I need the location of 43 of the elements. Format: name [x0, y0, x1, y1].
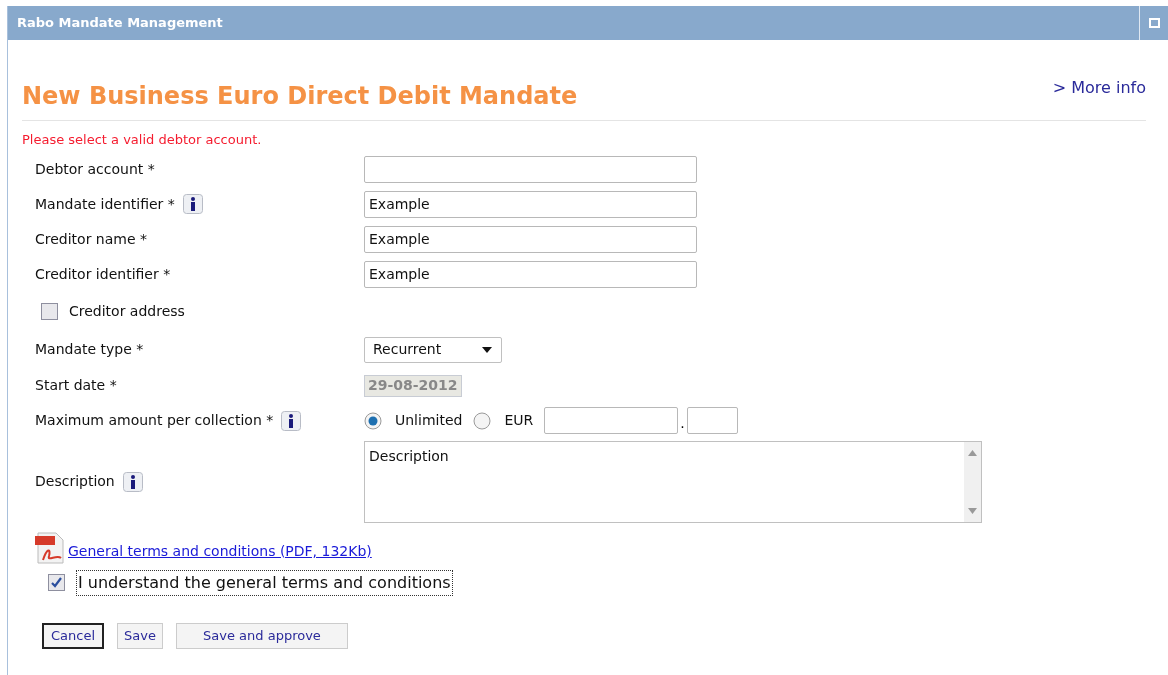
radio-label: Unlimited [395, 411, 463, 430]
field-label: Start date * [35, 376, 117, 395]
field-label: Mandate identifier * [35, 194, 175, 214]
radio-label: EUR [504, 411, 534, 430]
form-button[interactable]: Cancel [42, 622, 105, 649]
terms-confirm-label: I understand the general terms and conditions [76, 569, 453, 596]
field-label: Description [35, 472, 115, 491]
page-title: New Business Euro Direct Debit Mandate [22, 81, 578, 112]
scroll-up-icon[interactable] [968, 449, 977, 456]
field-label: Maximum amount per collection * [35, 411, 274, 430]
more-info-link[interactable]: > More info [1052, 76, 1146, 100]
amount-field[interactable] [544, 407, 679, 434]
window-title: Rabo Mandate Management [17, 14, 223, 33]
terms-link[interactable]: General terms and conditions (PDF, 132Kb) [68, 540, 372, 562]
input-field[interactable]: Example [364, 225, 697, 253]
input-field[interactable] [364, 155, 697, 183]
decimal-separator: . [679, 414, 686, 433]
field-label: Debtor account * [35, 159, 155, 179]
error-message: Please select a valid debtor account. [22, 131, 263, 149]
radio-button[interactable] [364, 411, 382, 430]
scrollbar[interactable] [964, 441, 981, 522]
checkbox[interactable] [48, 574, 65, 591]
input-field[interactable]: Example [364, 190, 697, 218]
field-label: Creditor identifier * [35, 264, 171, 284]
date-field: 29-08-2012 [364, 374, 462, 397]
radio-button[interactable] [473, 411, 492, 430]
info-icon[interactable] [182, 194, 203, 214]
scroll-down-icon[interactable] [968, 507, 977, 514]
maximize-icon[interactable] [1148, 18, 1160, 28]
caret-icon [481, 345, 493, 354]
description-field[interactable]: Description [364, 440, 982, 523]
input-field[interactable]: Example [364, 260, 697, 288]
field-label: Mandate type * [35, 340, 144, 359]
field-label: Creditor name * [35, 229, 148, 249]
info-icon[interactable] [122, 471, 143, 492]
form-button[interactable]: Save and approve [175, 622, 348, 649]
pdf-icon [35, 531, 65, 564]
cents-field[interactable] [686, 407, 738, 434]
dropdown[interactable]: Recurrent [364, 336, 502, 363]
checkbox-label: Creditor address [69, 302, 185, 321]
checkbox[interactable] [41, 303, 58, 320]
form-button[interactable]: Save [117, 622, 163, 649]
info-icon[interactable] [281, 410, 302, 431]
